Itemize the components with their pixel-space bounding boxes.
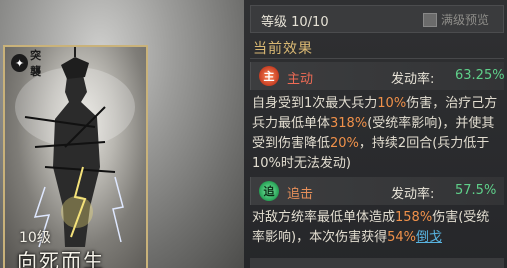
- skill-type-label: 追击: [287, 187, 314, 202]
- pursuit-skill-icon: 追: [259, 181, 279, 201]
- divider: [250, 58, 504, 59]
- highlight-value: 158%: [395, 210, 433, 225]
- max-level-preview-label: 满级预览: [440, 13, 489, 27]
- status-link[interactable]: 倒戈: [416, 230, 442, 245]
- highlight-value: 54%: [387, 230, 416, 245]
- skill-header-active: 主 主动 发动率: 63.25%: [250, 62, 505, 90]
- max-level-preview-toggle[interactable]: 满级预览: [422, 11, 489, 28]
- lightning-icon: ✦: [11, 54, 29, 72]
- skill-header-pursuit: 追 追击 发动率: 57.5%: [250, 177, 504, 205]
- skill-description-active: 自身受到1次最大兵力10%伤害，治疗己方兵力最低单体318%(受统率影响)，并使…: [252, 94, 502, 174]
- card-level: 10级: [19, 230, 51, 246]
- trigger-rate-label: 发动率:: [391, 72, 435, 87]
- skill-description-pursuit: 对敌方统率最低单体造成158%伤害(受统率影响)，本次伤害获得54%倒戈: [252, 208, 502, 248]
- skill-type-label: 主动: [287, 72, 314, 87]
- card-type-tag: ✦ 突襲: [11, 49, 51, 78]
- section-title: 当前效果: [253, 41, 313, 57]
- desc-text: 自身受到1次最大兵力: [252, 96, 378, 111]
- hero-card[interactable]: ✦ 突襲 10级 向死而生: [3, 45, 148, 268]
- highlight-value: 318%: [330, 116, 368, 131]
- trigger-rate-value: 63.25%: [455, 68, 505, 83]
- level-text: 等级 10/10: [261, 15, 329, 30]
- level-bar: 等级 10/10 满级预览: [250, 5, 504, 33]
- card-tag-label: 突襲: [30, 49, 42, 78]
- next-skill-header-partial: [250, 258, 504, 268]
- highlight-value: 10%: [377, 96, 407, 111]
- checkbox-icon[interactable]: [422, 12, 437, 27]
- desc-text: 对敌方统率最低单体造成: [252, 210, 396, 225]
- highlight-value: 20%: [330, 136, 359, 151]
- tactic-name: 向死而生: [17, 249, 105, 268]
- trigger-rate-label: 发动率:: [391, 187, 435, 202]
- active-skill-icon: 主: [259, 66, 279, 86]
- trigger-rate-value: 57.5%: [455, 183, 497, 198]
